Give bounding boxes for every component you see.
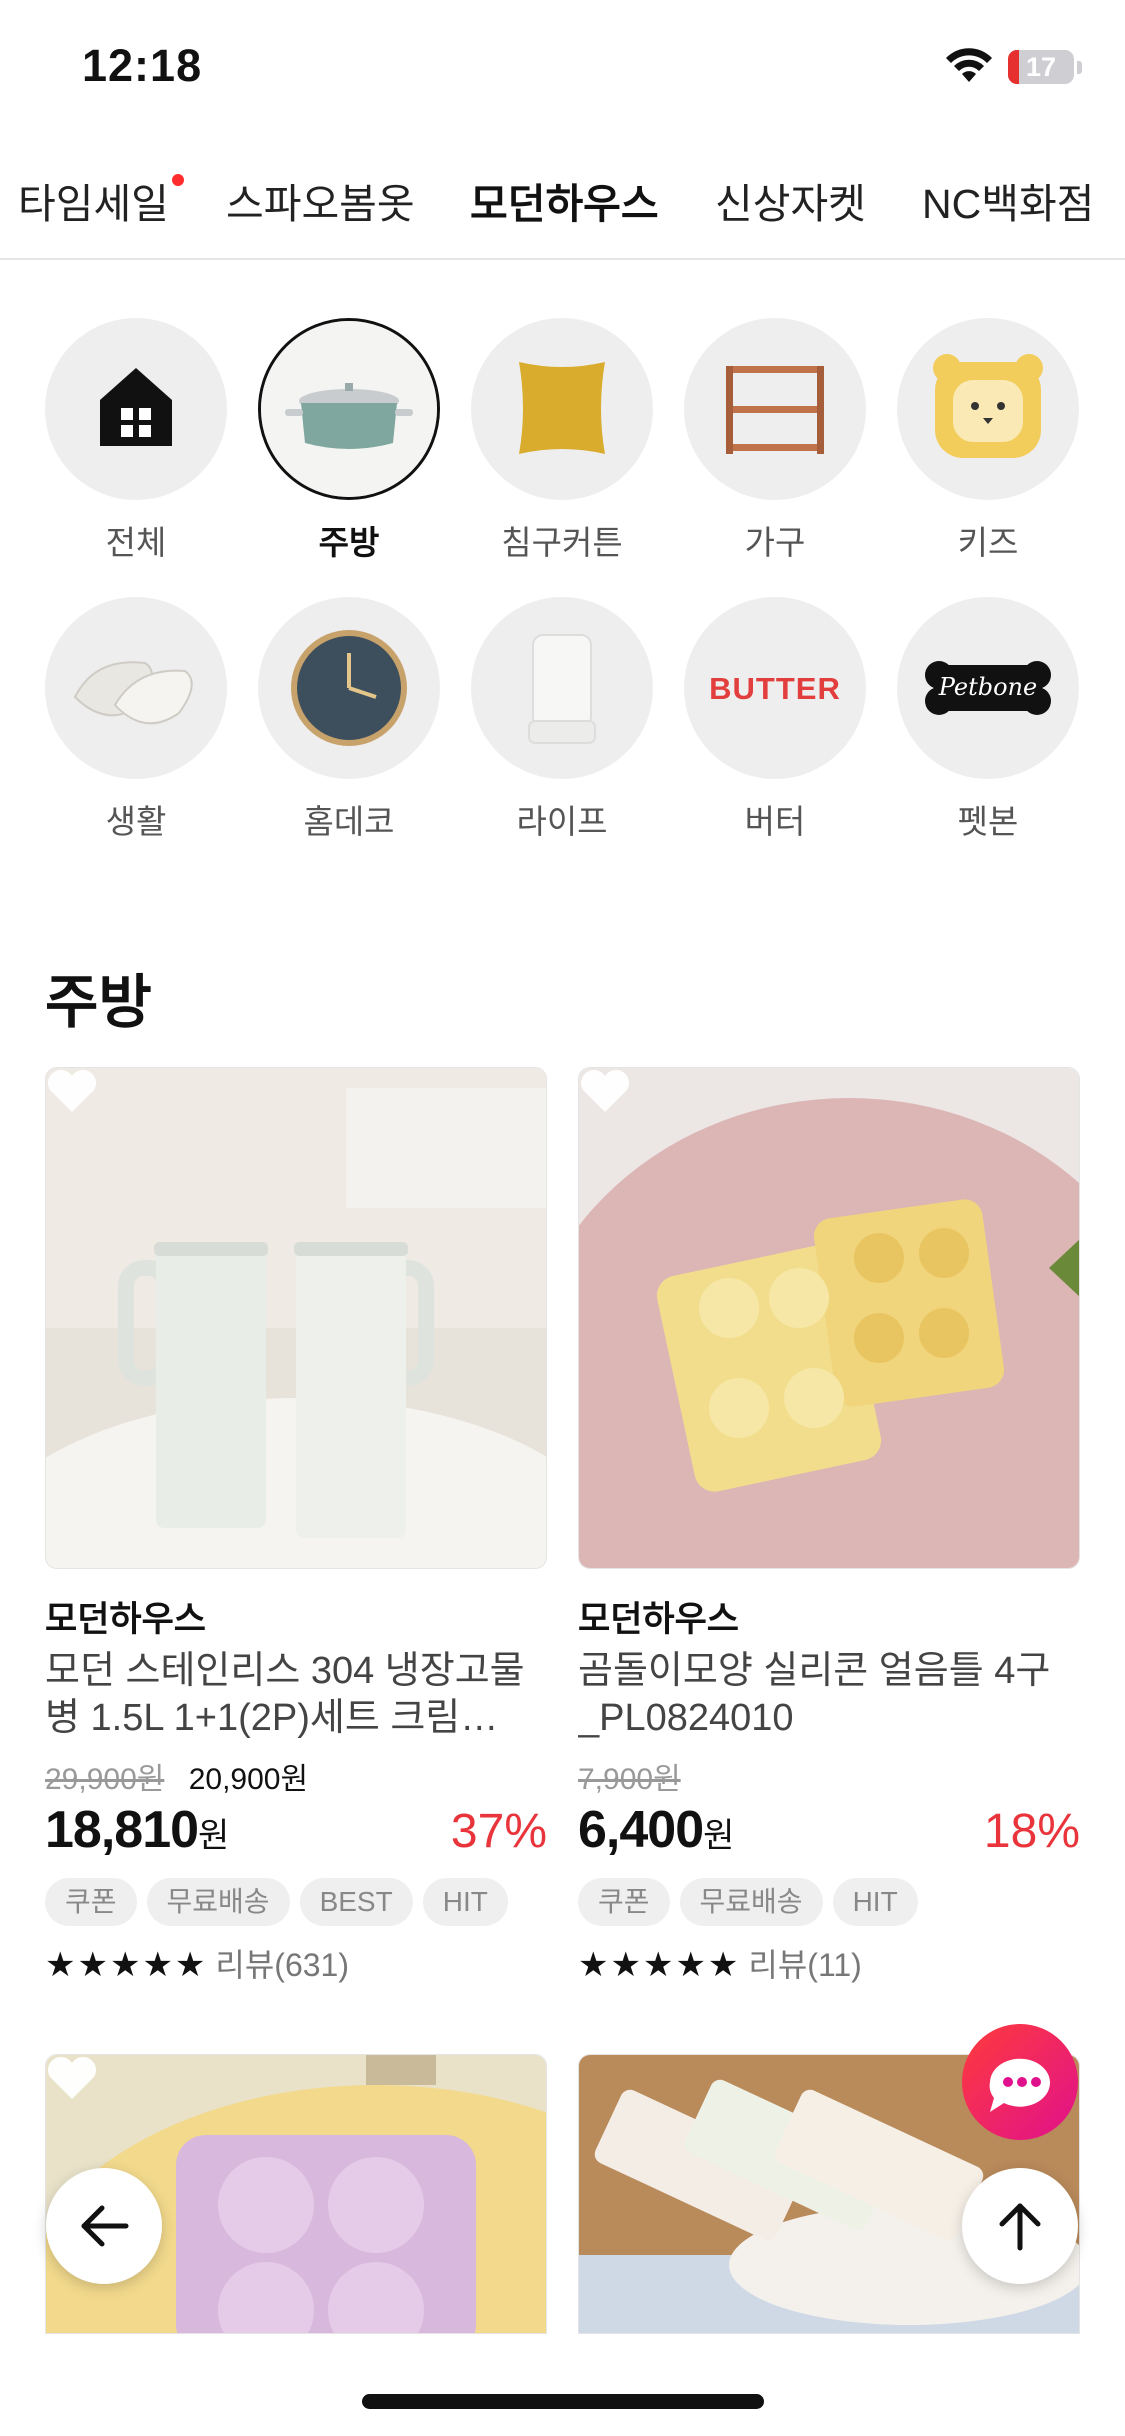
- scroll-top-button[interactable]: [962, 2168, 1078, 2284]
- category-kitchen[interactable]: 주방: [254, 318, 444, 564]
- category-label: 가구: [744, 524, 806, 561]
- category-petbone[interactable]: Petbone 펫본: [893, 597, 1083, 843]
- review-count: 리뷰(631): [215, 1947, 349, 1983]
- review-count: 리뷰(11): [748, 1947, 862, 1983]
- category-label: 라이프: [516, 803, 608, 840]
- product-image[interactable]: [578, 1067, 1080, 1569]
- svg-text:BUTTER: BUTTER: [709, 671, 841, 706]
- category-label: 홈데코: [303, 803, 395, 840]
- final-price-row: 6,400원 18%: [578, 1800, 1080, 1864]
- product-image[interactable]: [45, 1067, 547, 1569]
- price-row: 7,900원: [578, 1754, 1080, 1798]
- sale-price: 20,900원: [188, 1763, 309, 1796]
- tag-hit: HIT: [422, 1878, 508, 1926]
- currency: 원: [198, 1817, 229, 1855]
- tab-new-jacket[interactable]: 신상자켓: [715, 170, 866, 230]
- tag-free-shipping: 무료배송: [146, 1878, 290, 1926]
- category-label: 전체: [105, 524, 167, 561]
- product-card[interactable]: 모던하우스 모던 스테인리스 304 냉장고물병 1.5L 1+1(2P)세트 …: [45, 1067, 547, 1986]
- chat-button[interactable]: [960, 2022, 1080, 2142]
- wishlist-heart-icon[interactable]: [46, 1068, 98, 1114]
- category-butter[interactable]: BUTTER 버터: [680, 597, 870, 843]
- ice-mold-photo: [579, 1068, 1079, 1568]
- new-dot-badge: [172, 174, 184, 186]
- price-row: 29,900원 20,900원: [45, 1754, 547, 1798]
- tiger-plate-icon: [933, 354, 1043, 458]
- discount-rate: 37%: [450, 1805, 547, 1858]
- tag-list: 쿠폰 무료배송 BEST HIT: [45, 1878, 547, 1928]
- star-rating-icon: ★★★★★: [45, 1946, 208, 1984]
- category-kids[interactable]: 키즈: [893, 318, 1083, 564]
- tag-list: 쿠폰 무료배송 HIT: [578, 1878, 1080, 1928]
- tag-hit: HIT: [832, 1878, 918, 1926]
- tab-spao[interactable]: 스파오봄옷: [226, 170, 415, 230]
- original-price: 29,900원: [45, 1763, 165, 1796]
- shelf-icon: [726, 366, 824, 454]
- category-label: 주방: [318, 524, 380, 561]
- category-all[interactable]: 전체: [41, 318, 231, 564]
- humidifier-icon: [528, 634, 596, 744]
- category-label: 키즈: [957, 524, 1019, 561]
- star-rating-icon: ★★★★★: [578, 1946, 741, 1984]
- wifi-icon: [946, 48, 992, 82]
- product-card[interactable]: 모던하우스 곰돌이모양 실리콘 얼음틀 4구_PL0824010 7,900원 …: [578, 1067, 1080, 1986]
- battery-level: 17: [1025, 52, 1057, 82]
- tab-timesale[interactable]: 타임세일: [18, 170, 169, 230]
- slippers-icon: [73, 661, 193, 725]
- original-price: 7,900원: [578, 1763, 681, 1796]
- category-label: 침구커튼: [501, 524, 623, 561]
- category-living[interactable]: 생활: [41, 597, 231, 843]
- final-price: 18,810: [45, 1801, 199, 1859]
- wishlist-heart-icon[interactable]: [579, 1068, 631, 1114]
- tab-modernhouse[interactable]: 모던하우스: [470, 170, 659, 230]
- arrow-left-icon: [81, 2205, 129, 2247]
- wishlist-heart-icon[interactable]: [46, 2055, 98, 2101]
- tag-free-shipping: 무료배송: [679, 1878, 823, 1926]
- status-bar: 12:18 17: [0, 0, 1125, 135]
- category-label: 펫본: [957, 803, 1019, 840]
- category-life[interactable]: 라이프: [467, 597, 657, 843]
- cushion-icon: [519, 362, 605, 454]
- product-name: 모던 스테인리스 304 냉장고물병 1.5L 1+1(2P)세트 크림…: [45, 1650, 525, 1739]
- category-label: 버터: [744, 803, 806, 840]
- final-price: 6,400: [578, 1801, 704, 1859]
- tumbler-photo: [46, 1068, 546, 1568]
- svg-text:Petbone: Petbone: [938, 673, 1037, 701]
- tab-nc-department[interactable]: NC백화점: [922, 170, 1094, 230]
- tag-coupon: 쿠폰: [578, 1878, 670, 1926]
- butter-logo: BUTTER: [709, 671, 841, 706]
- status-time: 12:18: [82, 40, 203, 91]
- product-brand: 모던하우스: [578, 1600, 740, 1639]
- clock-icon: [291, 630, 407, 746]
- house-grid-icon: [100, 368, 172, 446]
- category-furniture[interactable]: 가구: [680, 318, 870, 564]
- product-brand: 모던하우스: [45, 1600, 207, 1639]
- tag-coupon: 쿠폰: [45, 1878, 137, 1926]
- arrow-up-icon: [999, 2203, 1041, 2251]
- category-label: 생활: [105, 803, 167, 840]
- product-name: 곰돌이모양 실리콘 얼음틀 4구_PL0824010: [578, 1650, 1051, 1739]
- battery-icon: 17: [1008, 50, 1074, 84]
- category-homedeco[interactable]: 홈데코: [254, 597, 444, 843]
- section-title: 주방: [45, 970, 152, 1035]
- rating-row: ★★★★★ 리뷰(631): [45, 1940, 547, 1986]
- final-price-row: 18,810원 37%: [45, 1800, 547, 1864]
- discount-rate: 18%: [983, 1805, 1080, 1858]
- top-tab-bar: 타임세일 스파오봄옷 모던하우스 신상자켓 NC백화점: [0, 160, 1125, 260]
- tag-best: BEST: [299, 1878, 413, 1926]
- currency: 원: [703, 1817, 734, 1855]
- home-indicator[interactable]: [362, 2394, 764, 2409]
- category-bedding[interactable]: 침구커튼: [467, 318, 657, 564]
- back-button[interactable]: [46, 2168, 162, 2284]
- petbone-logo: Petbone: [925, 661, 1051, 715]
- pot-icon: [261, 321, 437, 497]
- rating-row: ★★★★★ 리뷰(11): [578, 1940, 1080, 1986]
